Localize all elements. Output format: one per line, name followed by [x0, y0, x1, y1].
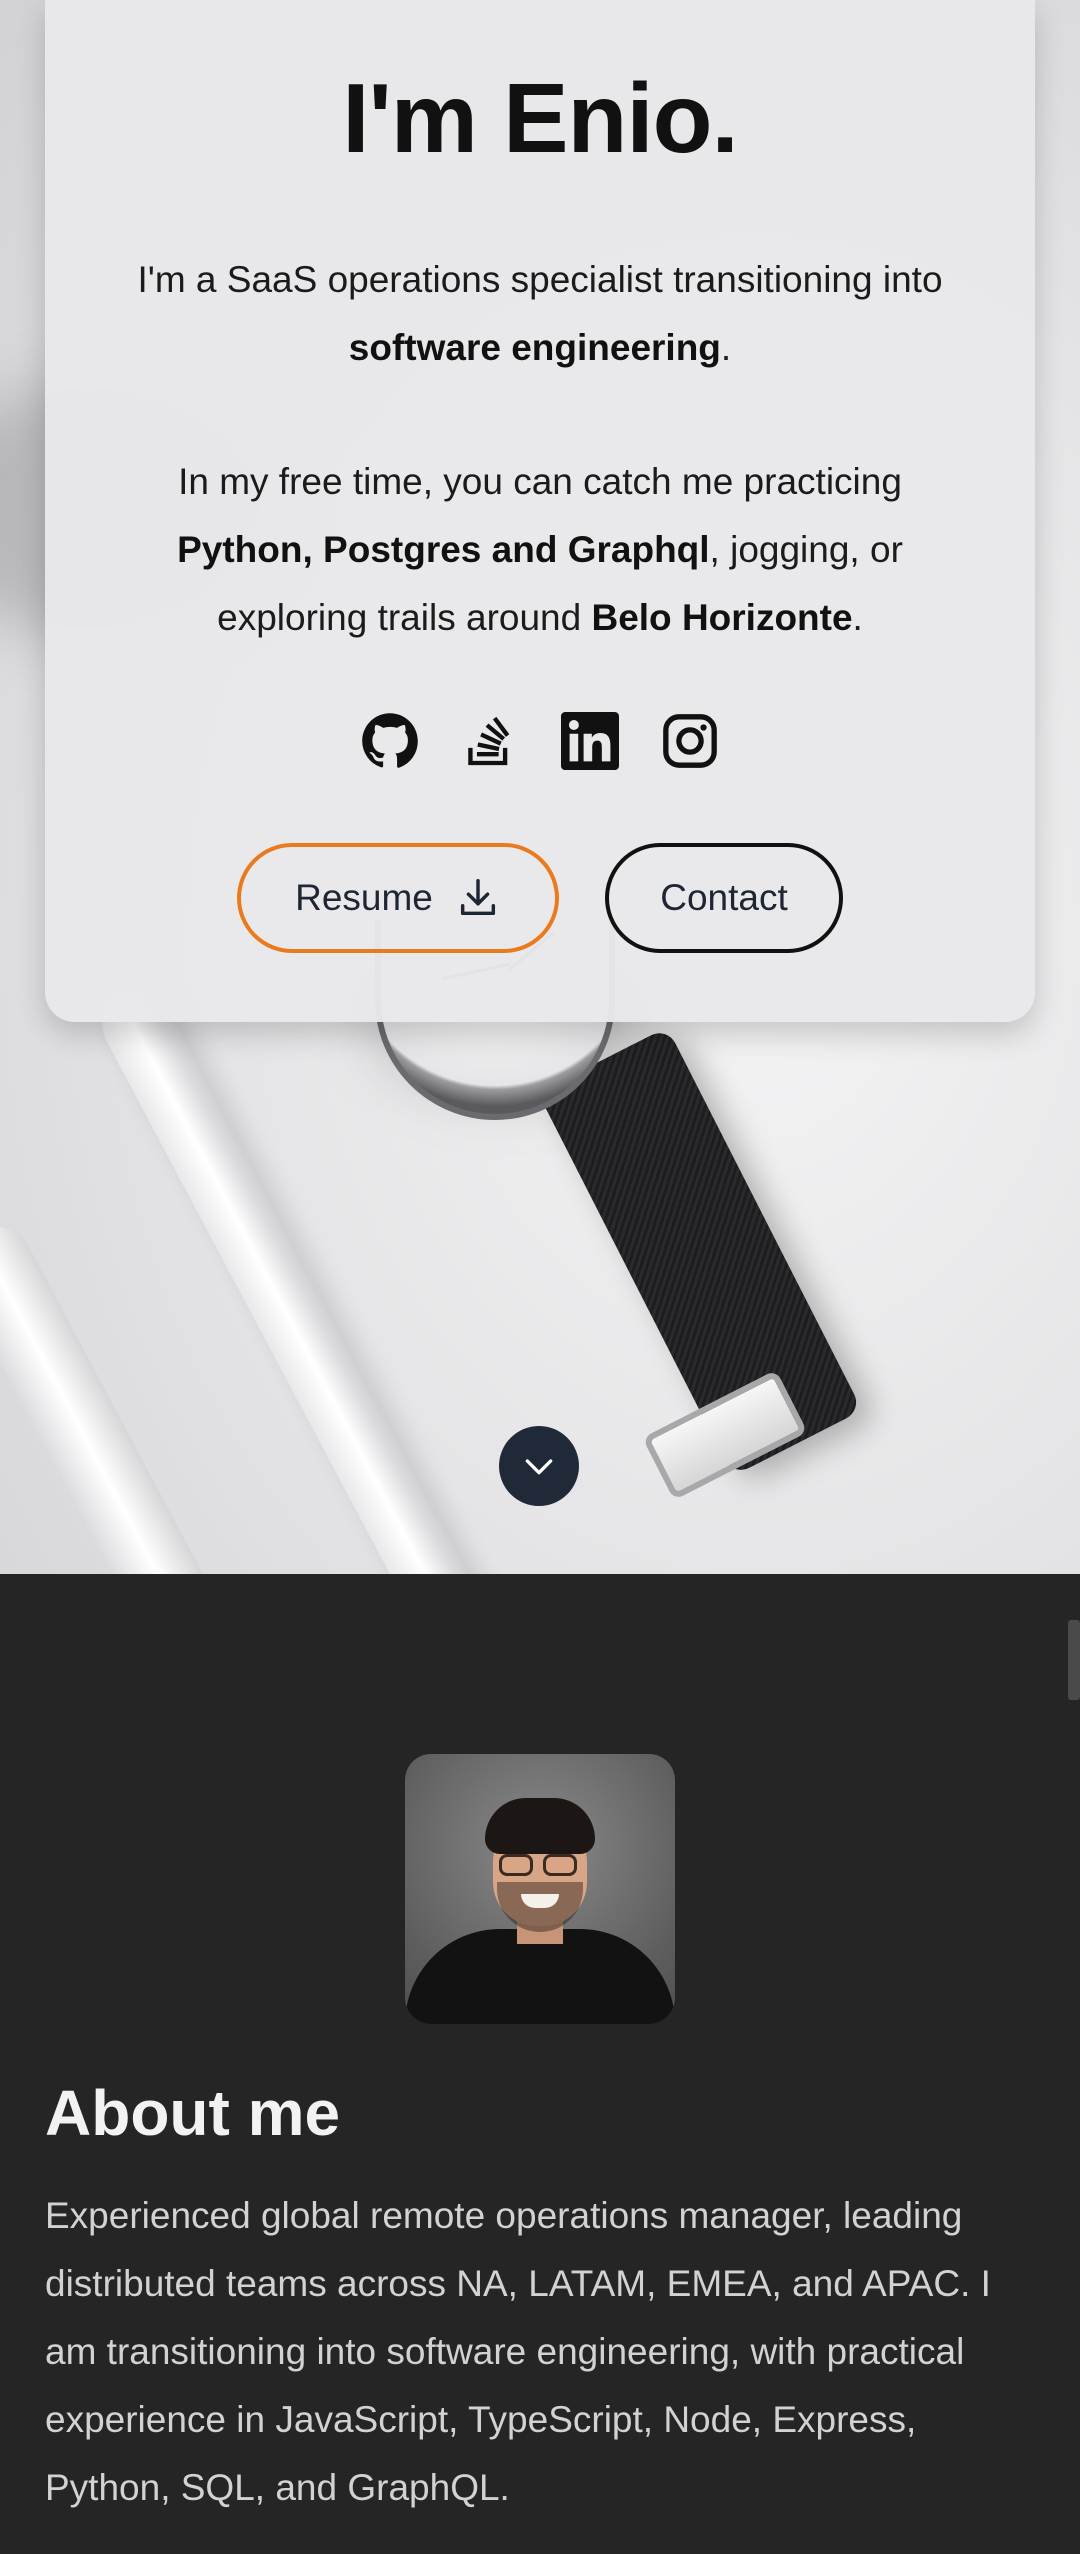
instagram-icon	[663, 714, 717, 768]
intro-card: I'm Enio. I'm a SaaS operations speciali…	[45, 0, 1035, 1022]
profile-photo	[405, 1754, 675, 2024]
hero-section: I'm Enio. I'm a SaaS operations speciali…	[0, 0, 1080, 1574]
cta-buttons: Resume Contact	[45, 843, 1035, 953]
scroll-down-button[interactable]	[499, 1426, 579, 1506]
avatar-hair	[485, 1798, 595, 1854]
resume-button[interactable]: Resume	[237, 843, 559, 953]
intro-text-part: .	[720, 327, 732, 368]
github-icon	[362, 713, 418, 768]
intro-highlight: software engineering	[348, 327, 721, 368]
location-highlight: Belo Horizonte	[591, 597, 853, 638]
github-link[interactable]	[361, 712, 419, 770]
intro-text: I'm a SaaS operations specialist transit…	[135, 246, 945, 382]
free-time-text: In my free time, you can catch me practi…	[135, 448, 945, 652]
contact-button-label: Contact	[660, 877, 788, 918]
stackoverflow-icon	[468, 716, 510, 766]
scrollbar-thumb[interactable]	[1068, 1620, 1080, 1700]
social-links	[45, 712, 1035, 770]
linkedin-icon	[561, 712, 619, 770]
about-text: Experienced global remote operations man…	[45, 2195, 991, 2508]
free-time-text-part: .	[852, 597, 863, 638]
about-title: About me	[45, 2077, 341, 2149]
about-section: About me Experienced global remote opera…	[0, 1574, 1080, 2554]
free-time-text-part: In my free time, you can catch me practi…	[178, 461, 902, 502]
instagram-link[interactable]	[661, 712, 719, 770]
resume-button-label: Resume	[295, 877, 433, 918]
avatar-glasses	[499, 1854, 581, 1876]
download-icon	[460, 879, 495, 916]
contact-button[interactable]: Contact	[605, 843, 843, 953]
hero-title: I'm Enio.	[342, 63, 738, 173]
stackoverflow-link[interactable]	[461, 712, 519, 770]
chevron-down-icon	[525, 1459, 553, 1475]
skills-highlight: Python, Postgres and Graphql	[177, 529, 710, 570]
intro-text-part: I'm a SaaS operations specialist transit…	[137, 259, 943, 300]
linkedin-link[interactable]	[561, 712, 619, 770]
